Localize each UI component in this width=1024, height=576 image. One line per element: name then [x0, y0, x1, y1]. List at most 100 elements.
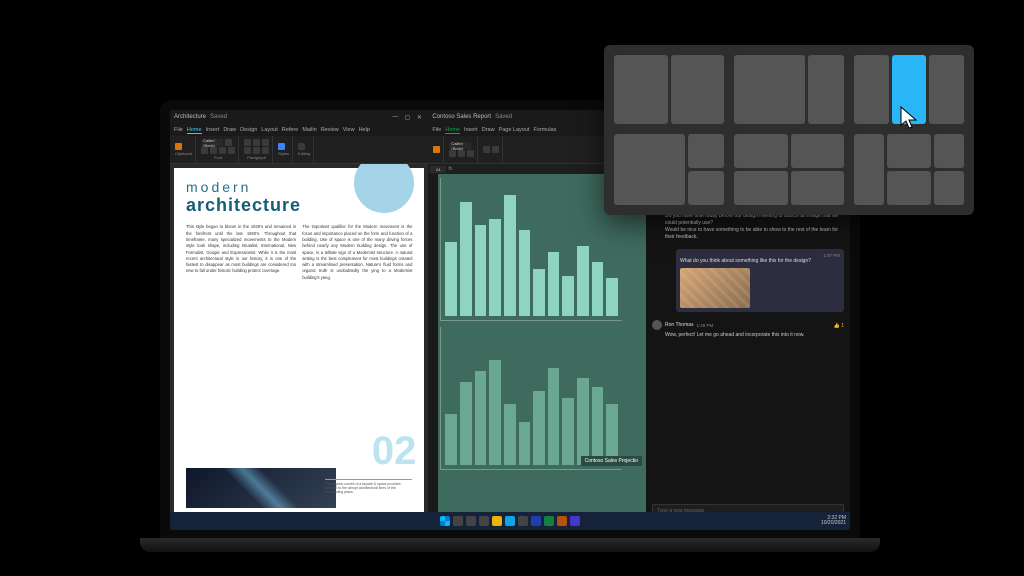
- italic-icon[interactable]: [210, 147, 217, 154]
- snap-zone[interactable]: [688, 171, 724, 205]
- tab-page-layout[interactable]: Page Layout: [499, 127, 530, 133]
- underline-icon[interactable]: [219, 147, 226, 154]
- word-canvas[interactable]: modern architecture This style began to …: [170, 164, 428, 518]
- snap-zone[interactable]: [854, 134, 884, 206]
- row-headers[interactable]: [428, 174, 438, 518]
- snap-layout-quad[interactable]: [734, 134, 844, 206]
- message-line: Do you have time today before our design…: [665, 213, 844, 227]
- tab-review[interactable]: Review: [321, 127, 339, 133]
- task-view-icon[interactable]: [466, 516, 476, 526]
- font-selector[interactable]: Calibri (Body): [201, 139, 223, 146]
- tab-file[interactable]: File: [432, 127, 441, 133]
- start-button[interactable]: [440, 516, 450, 526]
- taskbar: 2:32 PM 10/20/2021: [170, 512, 850, 530]
- chart-bar: [489, 360, 501, 464]
- tab-view[interactable]: View: [343, 127, 355, 133]
- doc-column-1: This style began to bloom in the 1930's …: [186, 224, 296, 281]
- paste-icon[interactable]: [433, 146, 440, 153]
- italic-icon[interactable]: [458, 150, 465, 157]
- system-tray[interactable]: 2:32 PM 10/20/2021: [821, 516, 846, 527]
- snap-zone[interactable]: [887, 134, 932, 168]
- snap-zone[interactable]: [887, 171, 932, 205]
- font-selector[interactable]: Calibri (Body): [449, 142, 471, 149]
- chart-bar: [562, 398, 574, 465]
- snap-zone[interactable]: [734, 134, 788, 168]
- bold-icon[interactable]: [201, 147, 208, 154]
- align-center-icon[interactable]: [253, 147, 260, 154]
- tab-file[interactable]: File: [174, 127, 183, 133]
- snap-zone[interactable]: [934, 171, 964, 205]
- paragraph-group: Paragraph: [241, 136, 273, 163]
- fx-icon[interactable]: fx: [448, 166, 452, 172]
- align-left-icon[interactable]: [244, 147, 251, 154]
- snap-zone[interactable]: [614, 134, 685, 206]
- bar-chart-2[interactable]: [440, 327, 621, 470]
- find-icon[interactable]: [298, 143, 305, 150]
- snap-layout-half-quarters[interactable]: [614, 134, 724, 206]
- excel-icon[interactable]: [544, 516, 554, 526]
- snap-zone[interactable]: [734, 55, 805, 124]
- tab-draw[interactable]: Draw: [482, 127, 495, 133]
- snap-zone[interactable]: [791, 134, 845, 168]
- snap-zone[interactable]: [734, 171, 788, 205]
- reaction-like[interactable]: 👍 1: [834, 323, 844, 329]
- snap-zone[interactable]: [929, 55, 964, 124]
- maximize-button[interactable]: ▢: [402, 113, 412, 121]
- snap-zone[interactable]: [614, 55, 668, 124]
- tab-insert[interactable]: Insert: [464, 127, 478, 133]
- word-icon[interactable]: [531, 516, 541, 526]
- snap-zone[interactable]: [688, 134, 724, 168]
- avatar[interactable]: [652, 320, 662, 330]
- align-icon[interactable]: [483, 146, 490, 153]
- snap-layout-center-wide[interactable]: [854, 134, 964, 206]
- tab-formulas[interactable]: Formulas: [533, 127, 556, 133]
- teams-icon[interactable]: [570, 516, 580, 526]
- snap-zone[interactable]: [854, 55, 889, 124]
- tab-layout[interactable]: Layout: [261, 127, 278, 133]
- font-color-icon[interactable]: [228, 147, 235, 154]
- snap-zone[interactable]: [671, 55, 725, 124]
- bar-chart-1[interactable]: [440, 178, 621, 321]
- snap-layout-split-5050[interactable]: [614, 55, 724, 124]
- fill-color-icon[interactable]: [467, 150, 474, 157]
- merge-icon[interactable]: [492, 146, 499, 153]
- chart-bar: [475, 225, 487, 316]
- styles-icon[interactable]: [278, 143, 285, 150]
- minimize-button[interactable]: —: [390, 113, 400, 121]
- tab-draw[interactable]: Draw: [223, 127, 236, 133]
- image-attachment[interactable]: [680, 268, 750, 308]
- align-right-icon[interactable]: [262, 147, 269, 154]
- message-text: What do you think about something like t…: [680, 258, 840, 265]
- tab-references[interactable]: Refere: [282, 127, 299, 133]
- font-size[interactable]: [225, 139, 232, 146]
- powerpoint-icon[interactable]: [557, 516, 567, 526]
- worksheet[interactable]: Contoso Sales Projectio: [428, 174, 646, 518]
- name-box[interactable]: A1: [430, 166, 446, 173]
- tab-home[interactable]: Home: [187, 127, 202, 134]
- tab-mailings[interactable]: Mailin: [302, 127, 316, 133]
- widgets-icon[interactable]: [479, 516, 489, 526]
- numbering-icon[interactable]: [253, 139, 260, 146]
- file-explorer-icon[interactable]: [492, 516, 502, 526]
- tab-design[interactable]: Design: [240, 127, 257, 133]
- paste-icon[interactable]: [175, 143, 182, 150]
- mail-icon[interactable]: [518, 516, 528, 526]
- close-button[interactable]: ✕: [414, 113, 424, 121]
- tab-help[interactable]: Help: [359, 127, 370, 133]
- snap-zone[interactable]: [808, 55, 844, 124]
- search-icon[interactable]: [453, 516, 463, 526]
- bullets-icon[interactable]: [244, 139, 251, 146]
- tab-insert[interactable]: Insert: [206, 127, 220, 133]
- indent-icon[interactable]: [262, 139, 269, 146]
- snap-zone-highlighted[interactable]: [892, 55, 927, 124]
- font-group: Calibri (Body): [446, 136, 478, 163]
- tab-home[interactable]: Home: [445, 127, 460, 134]
- clipboard-group: [430, 136, 444, 163]
- snap-layout-thirds[interactable]: [854, 55, 964, 124]
- snap-zone[interactable]: [791, 171, 845, 205]
- snap-layout-split-7030[interactable]: [734, 55, 844, 124]
- snap-zone[interactable]: [934, 134, 964, 168]
- edge-icon[interactable]: [505, 516, 515, 526]
- bold-icon[interactable]: [449, 150, 456, 157]
- sender-name: Ron Thomas: [665, 322, 694, 328]
